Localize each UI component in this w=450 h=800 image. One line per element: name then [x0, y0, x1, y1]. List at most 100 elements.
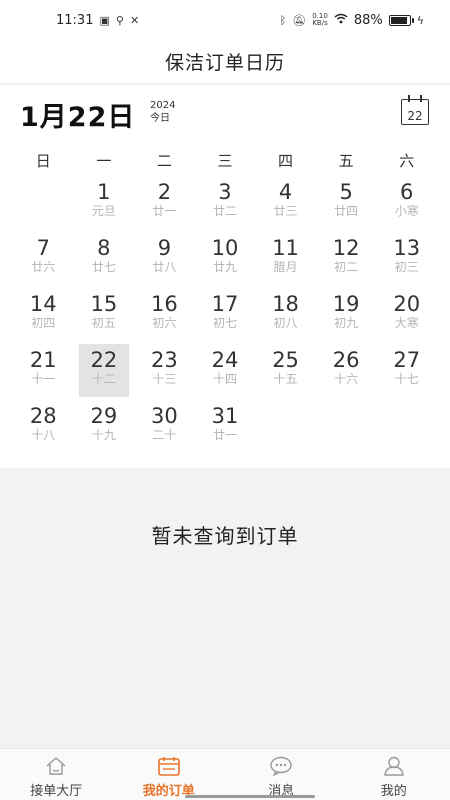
day-number: 20 — [393, 292, 421, 316]
weekday-fri: 五 — [338, 151, 354, 170]
day-number: 18 — [272, 292, 299, 316]
day-lunar: 廿三 — [273, 204, 298, 218]
calendar-day[interactable]: 12 初二 — [316, 232, 377, 288]
day-number: 22 — [90, 348, 118, 372]
day-number: 29 — [90, 404, 118, 428]
day-lunar: 元旦 — [91, 204, 116, 218]
day-lunar: 腊月 — [273, 260, 298, 274]
calendar-day[interactable]: 13 初三 — [376, 232, 437, 288]
tab-messages[interactable]: 消息 — [225, 749, 338, 800]
calendar-day[interactable]: 26 十六 — [316, 344, 377, 400]
title-bar: 保洁订单日历 — [0, 40, 450, 84]
usb-icon: ⚲ — [115, 13, 124, 27]
bluetooth-icon: ᛒ — [279, 13, 287, 27]
calendar-day[interactable]: 15 初五 — [74, 288, 135, 344]
calendar-day[interactable]: 11 腊月 — [255, 232, 316, 288]
tab-order-hall[interactable]: 接单大厅 — [0, 749, 113, 800]
bottom-tab-bar: 接单大厅 我的订单 消息 我的 — [0, 748, 450, 800]
calendar-day[interactable]: 31 廿一 — [195, 400, 256, 456]
today-calendar-button-label: 22 — [407, 109, 423, 123]
tab-label: 接单大厅 — [30, 784, 83, 799]
day-number: 16 — [151, 292, 178, 316]
weekday-tue: 二 — [156, 151, 172, 170]
calendar-day[interactable]: 16 初六 — [134, 288, 195, 344]
calendar-day[interactable]: 23 十三 — [134, 344, 195, 400]
page-title: 保洁订单日历 — [164, 52, 285, 74]
day-lunar: 廿六 — [31, 260, 56, 274]
wifi-icon — [334, 13, 348, 27]
home-indicator[interactable] — [185, 795, 315, 798]
day-lunar: 十一 — [31, 372, 56, 386]
day-number: 28 — [29, 404, 57, 428]
calendar-day[interactable]: 1 元旦 — [74, 176, 135, 232]
calendar-day[interactable]: 25 十五 — [255, 344, 316, 400]
day-lunar: 小寒 — [394, 204, 419, 218]
calendar-day[interactable]: 4 廿三 — [255, 176, 316, 232]
day-number: 17 — [211, 292, 239, 316]
tab-my-orders[interactable]: 我的订单 — [113, 749, 226, 800]
calendar-day[interactable]: 24 十四 — [195, 344, 256, 400]
day-lunar: 初六 — [152, 316, 177, 330]
calendar-day[interactable]: 7 廿六 — [13, 232, 74, 288]
notification-icon: ▣ — [99, 13, 110, 27]
calendar-day[interactable]: 5 廿四 — [316, 176, 377, 232]
calendar-day[interactable]: 28 十八 — [13, 400, 74, 456]
day-number: 6 — [400, 180, 414, 204]
day-lunar: 廿一 — [212, 428, 237, 442]
home-icon — [45, 755, 67, 777]
weekday-sun: 日 — [35, 151, 51, 170]
day-lunar: 十七 — [394, 372, 419, 386]
day-lunar: 初五 — [91, 316, 116, 330]
day-lunar: 廿九 — [212, 260, 237, 274]
calendar-day[interactable]: 21 十一 — [13, 344, 74, 400]
mute-icon: 🔕︎ — [292, 13, 307, 27]
calendar-day[interactable]: 3 廿二 — [195, 176, 256, 232]
day-number: 1 — [97, 180, 111, 204]
calendar-day[interactable]: 14 初四 — [13, 288, 74, 344]
day-number: 24 — [211, 348, 239, 372]
day-number: 5 — [339, 180, 353, 204]
charging-icon: ϟ — [416, 13, 424, 27]
calendar-day[interactable]: 17 初七 — [195, 288, 256, 344]
calendar-day[interactable]: 30 二十 — [134, 400, 195, 456]
day-number: 3 — [218, 180, 232, 204]
day-lunar: 初八 — [273, 316, 298, 330]
selected-date: 1月22日 — [20, 102, 136, 133]
day-number: 26 — [332, 348, 360, 372]
calendar-day[interactable]: 29 十九 — [74, 400, 135, 456]
calendar: 1月22日 2024 今日 22 日 一 二 三 四 五 六 1 元旦 2 廿一 3… — [0, 85, 450, 468]
calendar-icon — [157, 755, 181, 777]
empty-orders-message: 暂未查询到订单 — [151, 524, 299, 548]
days-grid: 1 元旦 2 廿一 3 廿二 4 廿三 5 廿四 6 小寒 7 廿六 8 廿七 9 廿八 10 廿九… — [0, 176, 450, 456]
calendar-day[interactable]: 18 初八 — [255, 288, 316, 344]
calendar-day[interactable]: 9 廿八 — [134, 232, 195, 288]
day-lunar: 十九 — [91, 428, 116, 442]
weekday-header: 日 一 二 三 四 五 六 — [0, 145, 450, 175]
year-label: 2024 — [150, 100, 176, 111]
status-right: ᛒ 🔕︎ 0.10 KB/s 88% ϟ — [280, 13, 424, 28]
status-left: 11:31 ▣ ⚲ ✕ — [56, 13, 139, 28]
day-lunar: 二十 — [152, 428, 177, 442]
day-lunar: 初四 — [31, 316, 56, 330]
calendar-day[interactable]: 10 廿九 — [195, 232, 256, 288]
calendar-day[interactable]: 2 廿一 — [134, 176, 195, 232]
day-lunar: 廿二 — [212, 204, 237, 218]
status-bar: 11:31 ▣ ⚲ ✕ ᛒ 🔕︎ 0.10 KB/s 88% ϟ — [0, 0, 450, 40]
net-speed: 0.10 KB/s — [312, 13, 328, 27]
calendar-day[interactable]: 27 十七 — [376, 344, 437, 400]
calendar-day[interactable]: 20 大寒 — [376, 288, 437, 344]
calendar-day[interactable]: 19 初九 — [316, 288, 377, 344]
battery-icon — [388, 14, 414, 26]
tab-mine[interactable]: 我的 — [338, 749, 450, 800]
calendar-day[interactable]: 6 小寒 — [376, 176, 437, 232]
calendar-header: 1月22日 2024 今日 22 — [0, 85, 450, 145]
calendar-day-selected[interactable]: 22 十二 — [78, 344, 130, 397]
day-number: 31 — [211, 404, 239, 428]
day-number: 14 — [29, 292, 57, 316]
user-icon — [383, 755, 405, 777]
day-number: 12 — [332, 236, 360, 260]
day-lunar: 十三 — [152, 372, 177, 386]
calendar-day[interactable]: 8 廿七 — [74, 232, 135, 288]
day-lunar: 大寒 — [394, 316, 419, 330]
today-calendar-button[interactable]: 22 — [401, 95, 429, 125]
